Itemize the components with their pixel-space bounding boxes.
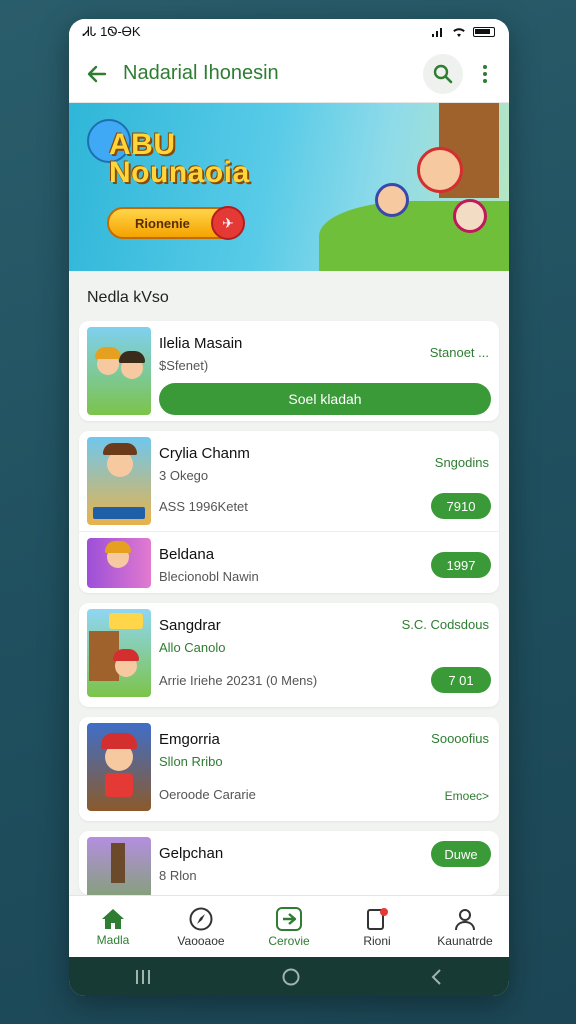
nav-label: Cerovie: [268, 933, 310, 948]
dot-icon: [483, 64, 487, 69]
character-illustration: [417, 147, 463, 193]
game-subtitle: $Sfenet): [159, 358, 209, 373]
list-item[interactable]: Beldana Blecionobl Nawin 1997: [79, 531, 499, 593]
status-time: ᏗᏓ 1Ꮻ-ᎾK: [83, 24, 141, 39]
game-thumbnail: [87, 327, 151, 415]
game-subtitle: Allo Canolo: [159, 640, 226, 655]
character-illustration: [375, 183, 409, 217]
more-options-button[interactable]: [473, 54, 497, 94]
arrow-left-icon: [87, 65, 107, 82]
game-thumbnail: [87, 723, 151, 811]
list-item[interactable]: Emgorria Sllon Rribo Oeroode Cararie Soo…: [79, 717, 499, 821]
profile-icon: [455, 908, 475, 930]
banner-title: ABU Nounaoia: [109, 128, 250, 189]
nav-home[interactable]: Madla: [69, 896, 157, 957]
banner-button[interactable]: Rionenie ✈: [107, 206, 245, 240]
status-bar: ᏗᏓ 1Ꮻ-ᎾK: [69, 19, 509, 45]
airplane-icon: ✈: [211, 206, 245, 240]
dot-icon: [483, 78, 487, 83]
game-subtitle: 8 Rlon: [159, 868, 197, 883]
phone-screen: ᏗᏓ 1Ꮻ-ᎾK Nadarial Ihonesin ABU Nounaoia …: [69, 19, 509, 996]
list-item-info: Gelpchan 8 Rlon Duwe: [159, 837, 491, 889]
nav-label: Kaunatrde: [437, 933, 493, 948]
game-thumbnail: [87, 837, 151, 895]
game-thumbnail: [87, 437, 151, 525]
home-icon: [102, 908, 124, 929]
list-item[interactable]: Gelpchan 8 Rlon Duwe: [79, 831, 499, 895]
games-icon: [276, 906, 302, 931]
promo-banner[interactable]: ABU Nounaoia Rionenie ✈: [69, 103, 509, 271]
game-card[interactable]: Gelpchan 8 Rlon Duwe: [79, 831, 499, 895]
character-illustration: [453, 199, 487, 233]
search-icon: [433, 64, 453, 83]
game-status: Sngodins: [434, 455, 489, 470]
banner-title-line1: ABU: [109, 128, 176, 161]
game-meta: Oeroode Cararie: [159, 787, 256, 802]
nav-label: Madla: [96, 932, 130, 947]
game-card[interactable]: Ilelia Masain $Sfenet) Stanoet ... Soel …: [79, 321, 499, 421]
game-status: Soooofius: [431, 731, 489, 746]
battery-icon: [473, 27, 495, 37]
list-item-info: Ilelia Masain $Sfenet) Stanoet ... Soel …: [159, 327, 491, 415]
home-circle-icon[interactable]: [281, 967, 301, 987]
back-chevron-icon[interactable]: [429, 967, 445, 987]
dot-icon: [483, 71, 487, 76]
game-subtitle: Sllon Rribo: [159, 754, 223, 769]
wifi-icon: [453, 28, 465, 37]
back-button[interactable]: [81, 58, 113, 90]
app-title: Nadarial Ihonesin: [123, 62, 279, 84]
game-meta: ASS 1996Ketet: [159, 499, 248, 514]
game-thumbnail: [87, 538, 151, 588]
list-item[interactable]: Sangdrar Allo Canolo Arrie Iriehe 20231 …: [79, 603, 499, 707]
download-button[interactable]: Soel kladah: [159, 383, 491, 415]
search-button[interactable]: [423, 53, 463, 94]
price-button[interactable]: 7910: [431, 493, 491, 519]
list-item[interactable]: Ilelia Masain $Sfenet) Stanoet ... Soel …: [79, 321, 499, 421]
price-button[interactable]: 7 01: [431, 667, 491, 693]
list-item-info: Emgorria Sllon Rribo Oeroode Cararie Soo…: [159, 723, 491, 815]
game-card[interactable]: Emgorria Sllon Rribo Oeroode Cararie Soo…: [79, 717, 499, 821]
open-button[interactable]: Duwe: [431, 841, 491, 867]
list-item-info: Sangdrar Allo Canolo Arrie Iriehe 20231 …: [159, 609, 491, 701]
game-card[interactable]: Crylia Chanm 3 Okego ASS 1996Ketet Sngod…: [79, 431, 499, 593]
list-item-info: Beldana Blecionobl Nawin 1997: [159, 538, 491, 587]
banner-button-label: Rionenie: [135, 215, 190, 231]
game-thumbnail: [87, 609, 151, 697]
price-button[interactable]: 1997: [431, 552, 491, 578]
list-item-info: Crylia Chanm 3 Okego ASS 1996Ketet Sngod…: [159, 437, 491, 525]
banner-title-line2: Nounaoia: [109, 156, 250, 189]
game-meta: Arrie Iriehe 20231 (0 Mens): [159, 673, 318, 688]
app-bar: Nadarial Ihonesin: [69, 45, 509, 103]
notification-icon: [367, 907, 388, 930]
game-list: Ilelia Masain $Sfenet) Stanoet ... Soel …: [69, 321, 509, 895]
game-status: S.C. Codsdous: [401, 617, 489, 632]
nav-explore[interactable]: Vaooaoe: [157, 896, 245, 957]
nav-profile[interactable]: Kaunatrde: [421, 896, 509, 957]
status-icons: [431, 26, 495, 38]
nav-label: Rioni: [363, 933, 391, 948]
nav-notifications[interactable]: Rioni: [333, 896, 421, 957]
nav-label: Vaooaoe: [177, 933, 225, 948]
system-navigation-bar: [69, 957, 509, 996]
recent-apps-icon[interactable]: [133, 968, 153, 986]
signal-icon: [432, 28, 442, 37]
game-card[interactable]: Sangdrar Allo Canolo Arrie Iriehe 20231 …: [79, 603, 499, 707]
compass-icon: [189, 907, 213, 930]
details-link[interactable]: Emoec>: [445, 789, 489, 803]
nav-games[interactable]: Cerovie: [245, 896, 333, 957]
game-status: Stanoet ...: [429, 345, 489, 360]
bottom-navigation: Madla Vaooaoe Cerovie Rioni Kaunatrde: [69, 895, 509, 957]
list-item[interactable]: Crylia Chanm 3 Okego ASS 1996Ketet Sngod…: [79, 431, 499, 531]
game-subtitle: 3 Okego: [159, 468, 209, 483]
section-title: Nedla kVso: [87, 289, 169, 306]
